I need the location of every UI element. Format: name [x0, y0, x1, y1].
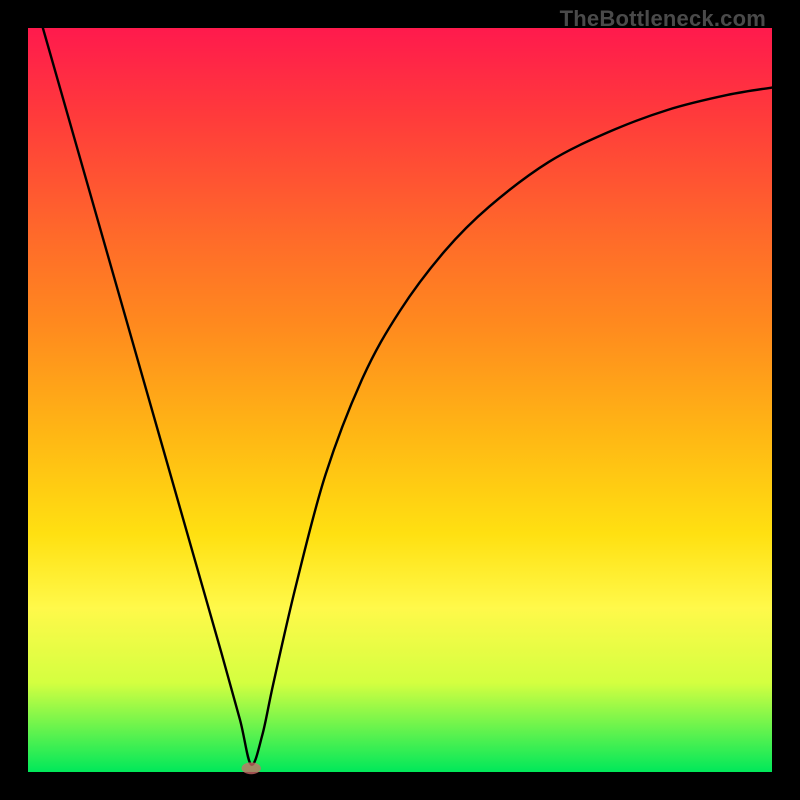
line-chart	[28, 28, 772, 772]
curve-line	[43, 28, 772, 765]
minimum-marker	[242, 762, 261, 774]
